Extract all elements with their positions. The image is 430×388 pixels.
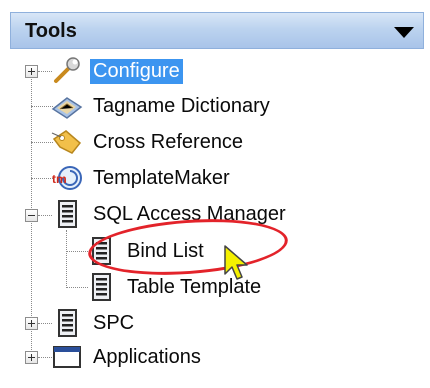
expand-toggle-configure[interactable] [25, 65, 38, 78]
expand-toggle-applications[interactable] [25, 351, 38, 364]
window-icon [53, 346, 81, 368]
expand-toggle-spc[interactable] [25, 317, 38, 330]
tree-item-configure[interactable]: Configure [50, 54, 183, 88]
document-list-icon [58, 309, 77, 337]
template-maker-icon: tm [52, 166, 82, 190]
tools-panel: Tools Configure Tagname Dictionary Cross… [0, 0, 430, 388]
tree-connector-line [66, 230, 67, 288]
tree-item-applications[interactable]: Applications [50, 340, 204, 374]
document-list-icon [58, 200, 77, 228]
collapse-toggle-sql-access-manager[interactable] [25, 209, 38, 222]
dictionary-book-icon [51, 97, 83, 119]
tree-item-templatemaker[interactable]: tm TemplateMaker [50, 161, 233, 195]
tree-item-spc[interactable]: SPC [50, 306, 137, 340]
tree-item-label: SPC [93, 311, 135, 334]
tag-icon [51, 130, 82, 154]
tree-item-label: Configure [90, 58, 183, 84]
document-list-icon [92, 273, 111, 301]
tree-item-label: Cross Reference [93, 130, 244, 153]
tree-item-tagname-dictionary[interactable]: Tagname Dictionary [50, 89, 273, 123]
tree-item-label: Tagname Dictionary [93, 94, 270, 117]
wrench-icon [54, 57, 80, 83]
tree-item-label: Applications [93, 345, 201, 368]
svg-text:tm: tm [52, 172, 67, 186]
mouse-cursor-icon [224, 245, 248, 280]
tree-item-label: TemplateMaker [93, 166, 230, 189]
tree-item-cross-reference[interactable]: Cross Reference [50, 125, 246, 159]
tools-tree: Configure Tagname Dictionary Cross Refer… [0, 0, 430, 388]
